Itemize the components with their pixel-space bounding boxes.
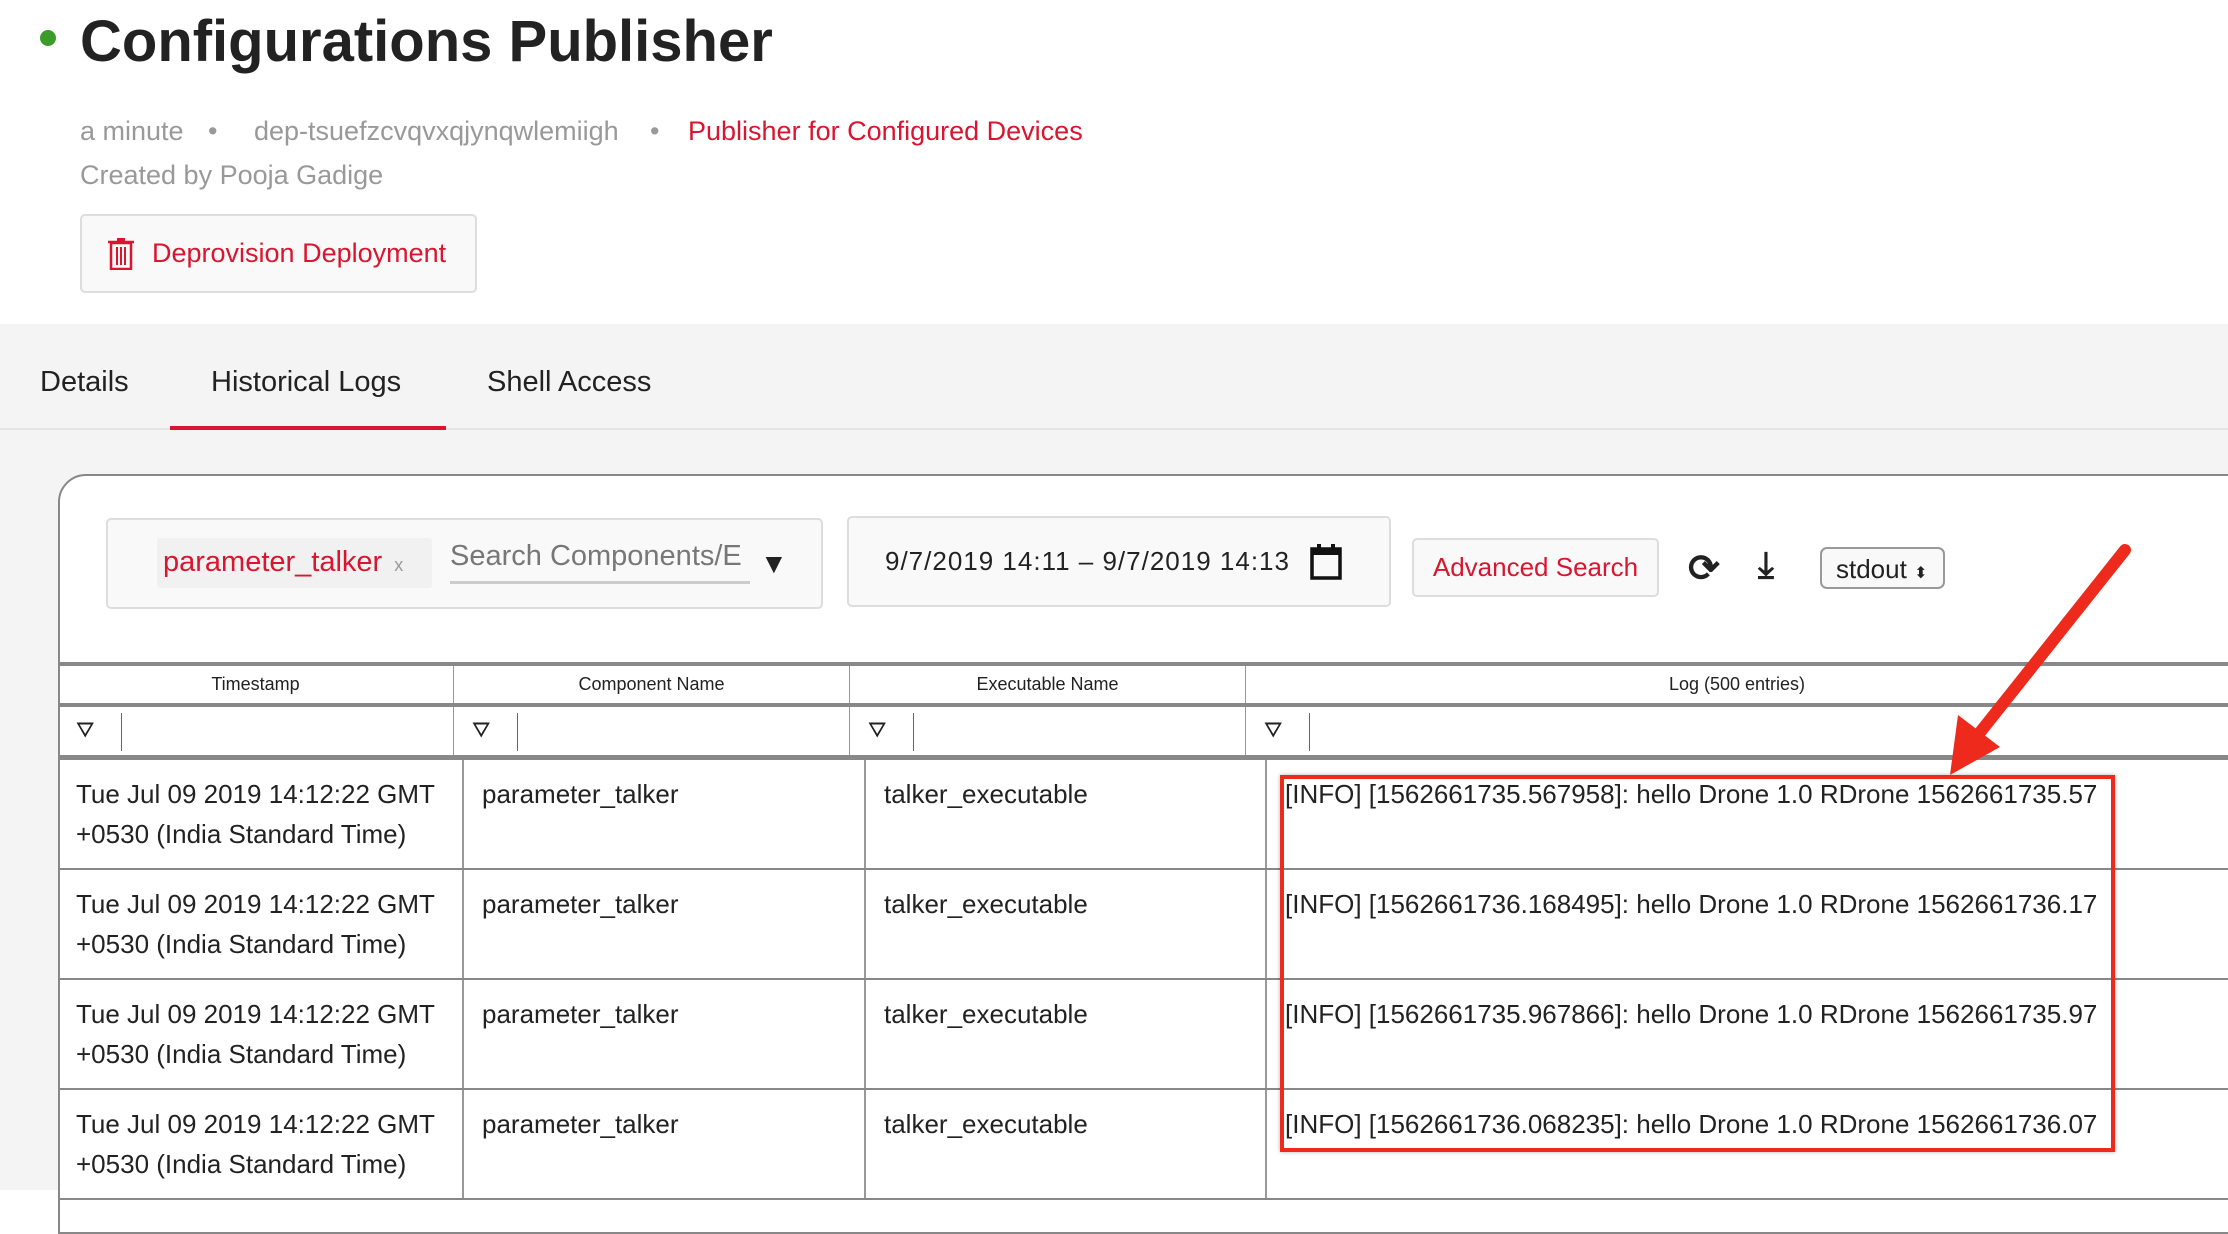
timestamp-cell: Tue Jul 09 2019 14:12:22 GMT +0530 (Indi… (76, 889, 435, 959)
date-range-picker[interactable]: 9/7/2019 14:11 – 9/7/2019 14:13 (847, 516, 1391, 607)
chip-remove-icon[interactable]: x (394, 555, 403, 575)
component-chip[interactable]: parameter_talker x (157, 538, 432, 588)
component-cell: parameter_talker (462, 760, 864, 868)
executable-cell: talker_executable (864, 760, 1265, 868)
annotation-highlight-box (1280, 775, 2115, 1152)
filter-icon[interactable]: ⛛ (868, 717, 886, 743)
separator: • (208, 116, 218, 146)
column-header-component[interactable]: Component Name (453, 666, 849, 703)
separator: • (650, 116, 660, 146)
filter-timestamp[interactable]: ⛛ (58, 707, 453, 757)
component-search-input[interactable]: Search Components/E (450, 540, 750, 584)
executable-cell: talker_executable (864, 980, 1265, 1088)
filter-executable[interactable]: ⛛ (849, 707, 1245, 757)
filter-icon[interactable]: ⛛ (472, 717, 490, 743)
select-arrows-icon: ⬍ (1914, 565, 1928, 582)
filter-icon[interactable]: ⛛ (76, 717, 94, 743)
component-cell: parameter_talker (462, 1090, 864, 1198)
created-by: Created by Pooja Gadige (80, 160, 384, 190)
deprovision-button[interactable]: Deprovision Deployment (80, 214, 477, 293)
filter-component[interactable]: ⛛ (453, 707, 849, 757)
trash-icon (108, 237, 134, 270)
tab-historical-logs[interactable]: Historical Logs (211, 366, 401, 399)
deployment-id: dep-tsuefzcvqvxqjynqwlemiigh (254, 116, 619, 146)
timestamp-cell: Tue Jul 09 2019 14:12:22 GMT +0530 (Indi… (76, 999, 435, 1069)
stream-value: stdout (1836, 554, 1907, 584)
age: a minute (80, 116, 184, 146)
active-tab-indicator (170, 426, 446, 430)
executable-cell: talker_executable (864, 870, 1265, 978)
timestamp-cell: Tue Jul 09 2019 14:12:22 GMT +0530 (Indi… (76, 1109, 435, 1179)
tab-shell-access[interactable]: Shell Access (487, 366, 651, 399)
stream-select[interactable]: stdout ⬍ (1820, 547, 1945, 589)
download-icon[interactable]: ⤓ (1758, 544, 1774, 587)
column-header-executable[interactable]: Executable Name (849, 666, 1245, 703)
advanced-search-button[interactable]: Advanced Search (1412, 538, 1659, 597)
calendar-icon[interactable] (1310, 543, 1342, 580)
annotation-arrow-icon (1950, 544, 2131, 775)
timestamp-cell: Tue Jul 09 2019 14:12:22 GMT +0530 (Indi… (76, 779, 435, 849)
filter-icon[interactable]: ⛛ (1264, 717, 1282, 743)
component-cell: parameter_talker (462, 870, 864, 978)
date-range: 9/7/2019 14:11 – 9/7/2019 14:13 (885, 546, 1290, 576)
package-link[interactable]: Publisher for Configured Devices (688, 116, 1083, 147)
status-dot (40, 30, 56, 46)
dropdown-caret-icon[interactable]: ▼ (760, 548, 788, 580)
page-title: Configurations Publisher (80, 9, 773, 74)
chip-label: parameter_talker (163, 546, 383, 578)
refresh-icon[interactable]: ⟳ (1688, 546, 1720, 591)
deprovision-label: Deprovision Deployment (152, 238, 447, 268)
executable-cell: talker_executable (864, 1090, 1265, 1198)
tab-details[interactable]: Details (40, 366, 129, 399)
component-cell: parameter_talker (462, 980, 864, 1088)
column-header-timestamp[interactable]: Timestamp (58, 666, 453, 703)
